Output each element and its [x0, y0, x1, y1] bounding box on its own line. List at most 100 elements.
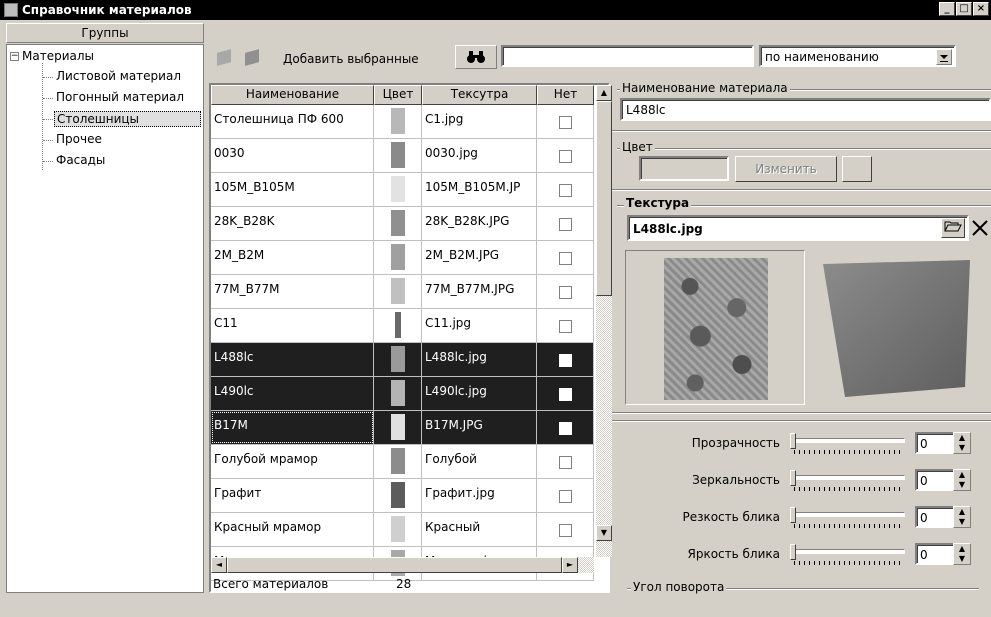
color-pick-button[interactable] — [842, 156, 872, 182]
search-mode-select[interactable]: по наименованию — [759, 45, 956, 67]
add-material-icon — [217, 49, 231, 66]
slider-label: Зеркальность — [692, 473, 780, 487]
cell-name: L488lc — [211, 343, 374, 376]
slider-track[interactable] — [792, 512, 905, 517]
texture-input[interactable]: L488lc.jpg — [627, 215, 969, 241]
slider-thumb[interactable] — [790, 433, 796, 449]
slider-track[interactable] — [792, 438, 905, 443]
cell-color — [374, 411, 422, 444]
clear-texture-button[interactable] — [970, 217, 990, 239]
cell-color — [374, 479, 422, 512]
cell-none — [537, 105, 594, 138]
dropdown-button[interactable] — [936, 49, 952, 65]
column-header-name[interactable]: Наименование — [211, 85, 374, 105]
tree-root-materials[interactable]: Материалы — [22, 49, 94, 63]
spin-buttons[interactable]: ▲ ▼ — [953, 469, 971, 491]
none-checkbox[interactable] — [559, 184, 572, 197]
cell-none — [537, 411, 594, 444]
column-header-color[interactable]: Цвет — [374, 85, 422, 105]
cell-color — [374, 377, 422, 410]
remove-material-button[interactable] — [240, 46, 266, 70]
color-swatch — [391, 278, 405, 304]
cell-texture: L488lc.jpg — [422, 343, 537, 376]
none-checkbox[interactable] — [559, 490, 572, 503]
add-material-button[interactable] — [212, 46, 238, 70]
none-checkbox[interactable] — [559, 388, 572, 401]
cell-none — [537, 275, 594, 308]
column-header-none[interactable]: Нет — [537, 85, 594, 105]
change-color-button[interactable]: Изменить — [735, 156, 837, 182]
slider-ticks — [794, 524, 904, 528]
cell-texture: Графит.jpg — [422, 479, 537, 512]
horizontal-scroll-thumb[interactable] — [227, 557, 562, 573]
none-checkbox[interactable] — [559, 218, 572, 231]
tree-item-linear-material[interactable]: Погонный материал — [56, 90, 184, 104]
color-swatch — [395, 312, 401, 338]
cell-none — [537, 513, 594, 546]
minimize-button[interactable]: _ — [939, 2, 955, 16]
maximize-button[interactable]: □ — [956, 2, 972, 16]
table-row[interactable]: B17M B17M.JPG — [211, 411, 594, 445]
none-checkbox[interactable] — [559, 150, 572, 163]
slider-thumb[interactable] — [790, 544, 796, 560]
none-checkbox[interactable] — [559, 456, 572, 469]
material-name-input[interactable]: L488lc — [620, 98, 991, 121]
horizontal-scrollbar[interactable]: ◄ ► — [211, 557, 594, 573]
table-row[interactable]: L488lc L488lc.jpg — [211, 343, 594, 377]
color-swatch — [391, 142, 405, 168]
search-input[interactable] — [501, 45, 754, 67]
table-row[interactable]: Голубой мрамор Голубой — [211, 445, 594, 479]
slider-thumb[interactable] — [790, 507, 796, 523]
table-row[interactable]: 28K_B28K 28K_B28K.JPG — [211, 207, 594, 241]
scroll-left-button[interactable]: ◄ — [211, 557, 227, 573]
collapse-icon[interactable]: − — [10, 52, 19, 61]
slider-thumb[interactable] — [790, 470, 796, 486]
tree-item-facades[interactable]: Фасады — [56, 153, 105, 167]
add-selected-button[interactable]: Добавить выбранные — [283, 52, 419, 66]
none-checkbox[interactable] — [559, 354, 572, 367]
vertical-scrollbar[interactable]: ▲ ▼ — [596, 85, 612, 557]
cell-texture: 2M_B2M.JPG — [422, 241, 537, 274]
table-row[interactable]: 105M_B105M 105M_B105M.JP — [211, 173, 594, 207]
tree-item-other[interactable]: Прочее — [56, 132, 102, 146]
none-checkbox[interactable] — [559, 252, 572, 265]
slider-track[interactable] — [792, 549, 905, 554]
table-row[interactable]: Красный мрамор Красный — [211, 513, 594, 547]
table-row[interactable]: L490lc L490lc.jpg — [211, 377, 594, 411]
cell-name: 77M_B77M — [211, 275, 374, 308]
vertical-scroll-thumb[interactable] — [596, 101, 612, 296]
cell-none — [537, 377, 594, 410]
scroll-up-button[interactable]: ▲ — [596, 85, 612, 101]
column-header-texture[interactable]: Тексутра — [422, 85, 537, 105]
none-checkbox[interactable] — [559, 524, 572, 537]
slider-track[interactable] — [792, 475, 905, 480]
spin-buttons[interactable]: ▲ ▼ — [953, 506, 971, 528]
color-swatch — [391, 380, 405, 406]
table-row[interactable]: 0030 0030.jpg — [211, 139, 594, 173]
tree-item-sheet-material[interactable]: Листовой материал — [56, 69, 181, 83]
spin-buttons[interactable]: ▲ ▼ — [953, 543, 971, 565]
slider-ticks — [794, 450, 904, 454]
tree-item-countertops[interactable]: Столешницы — [54, 111, 201, 127]
table-row[interactable]: Графит Графит.jpg — [211, 479, 594, 513]
cell-color — [374, 207, 422, 240]
spin-buttons[interactable]: ▲ ▼ — [953, 432, 971, 454]
groups-header[interactable]: Группы — [6, 23, 204, 43]
slider-label: Резкость блика — [682, 510, 780, 524]
none-checkbox[interactable] — [559, 320, 572, 333]
find-button[interactable] — [455, 45, 497, 69]
color-group-line — [617, 148, 991, 149]
table-row[interactable]: 2M_B2M 2M_B2M.JPG — [211, 241, 594, 275]
open-texture-button[interactable] — [941, 218, 965, 238]
close-button[interactable]: × — [973, 2, 989, 16]
none-checkbox[interactable] — [559, 116, 572, 129]
scroll-right-button[interactable]: ► — [562, 557, 578, 573]
none-checkbox[interactable] — [559, 286, 572, 299]
cell-name: C11 — [211, 309, 374, 342]
scroll-down-button[interactable]: ▼ — [596, 525, 612, 541]
table-row[interactable]: C11 C11.jpg — [211, 309, 594, 343]
table-row[interactable]: 77M_B77M 77M_B77M.JPG — [211, 275, 594, 309]
none-checkbox[interactable] — [559, 422, 572, 435]
rotation-label: Угол поворота — [631, 580, 727, 594]
table-row[interactable]: Столешница ПФ 600 C1.jpg — [211, 105, 594, 139]
